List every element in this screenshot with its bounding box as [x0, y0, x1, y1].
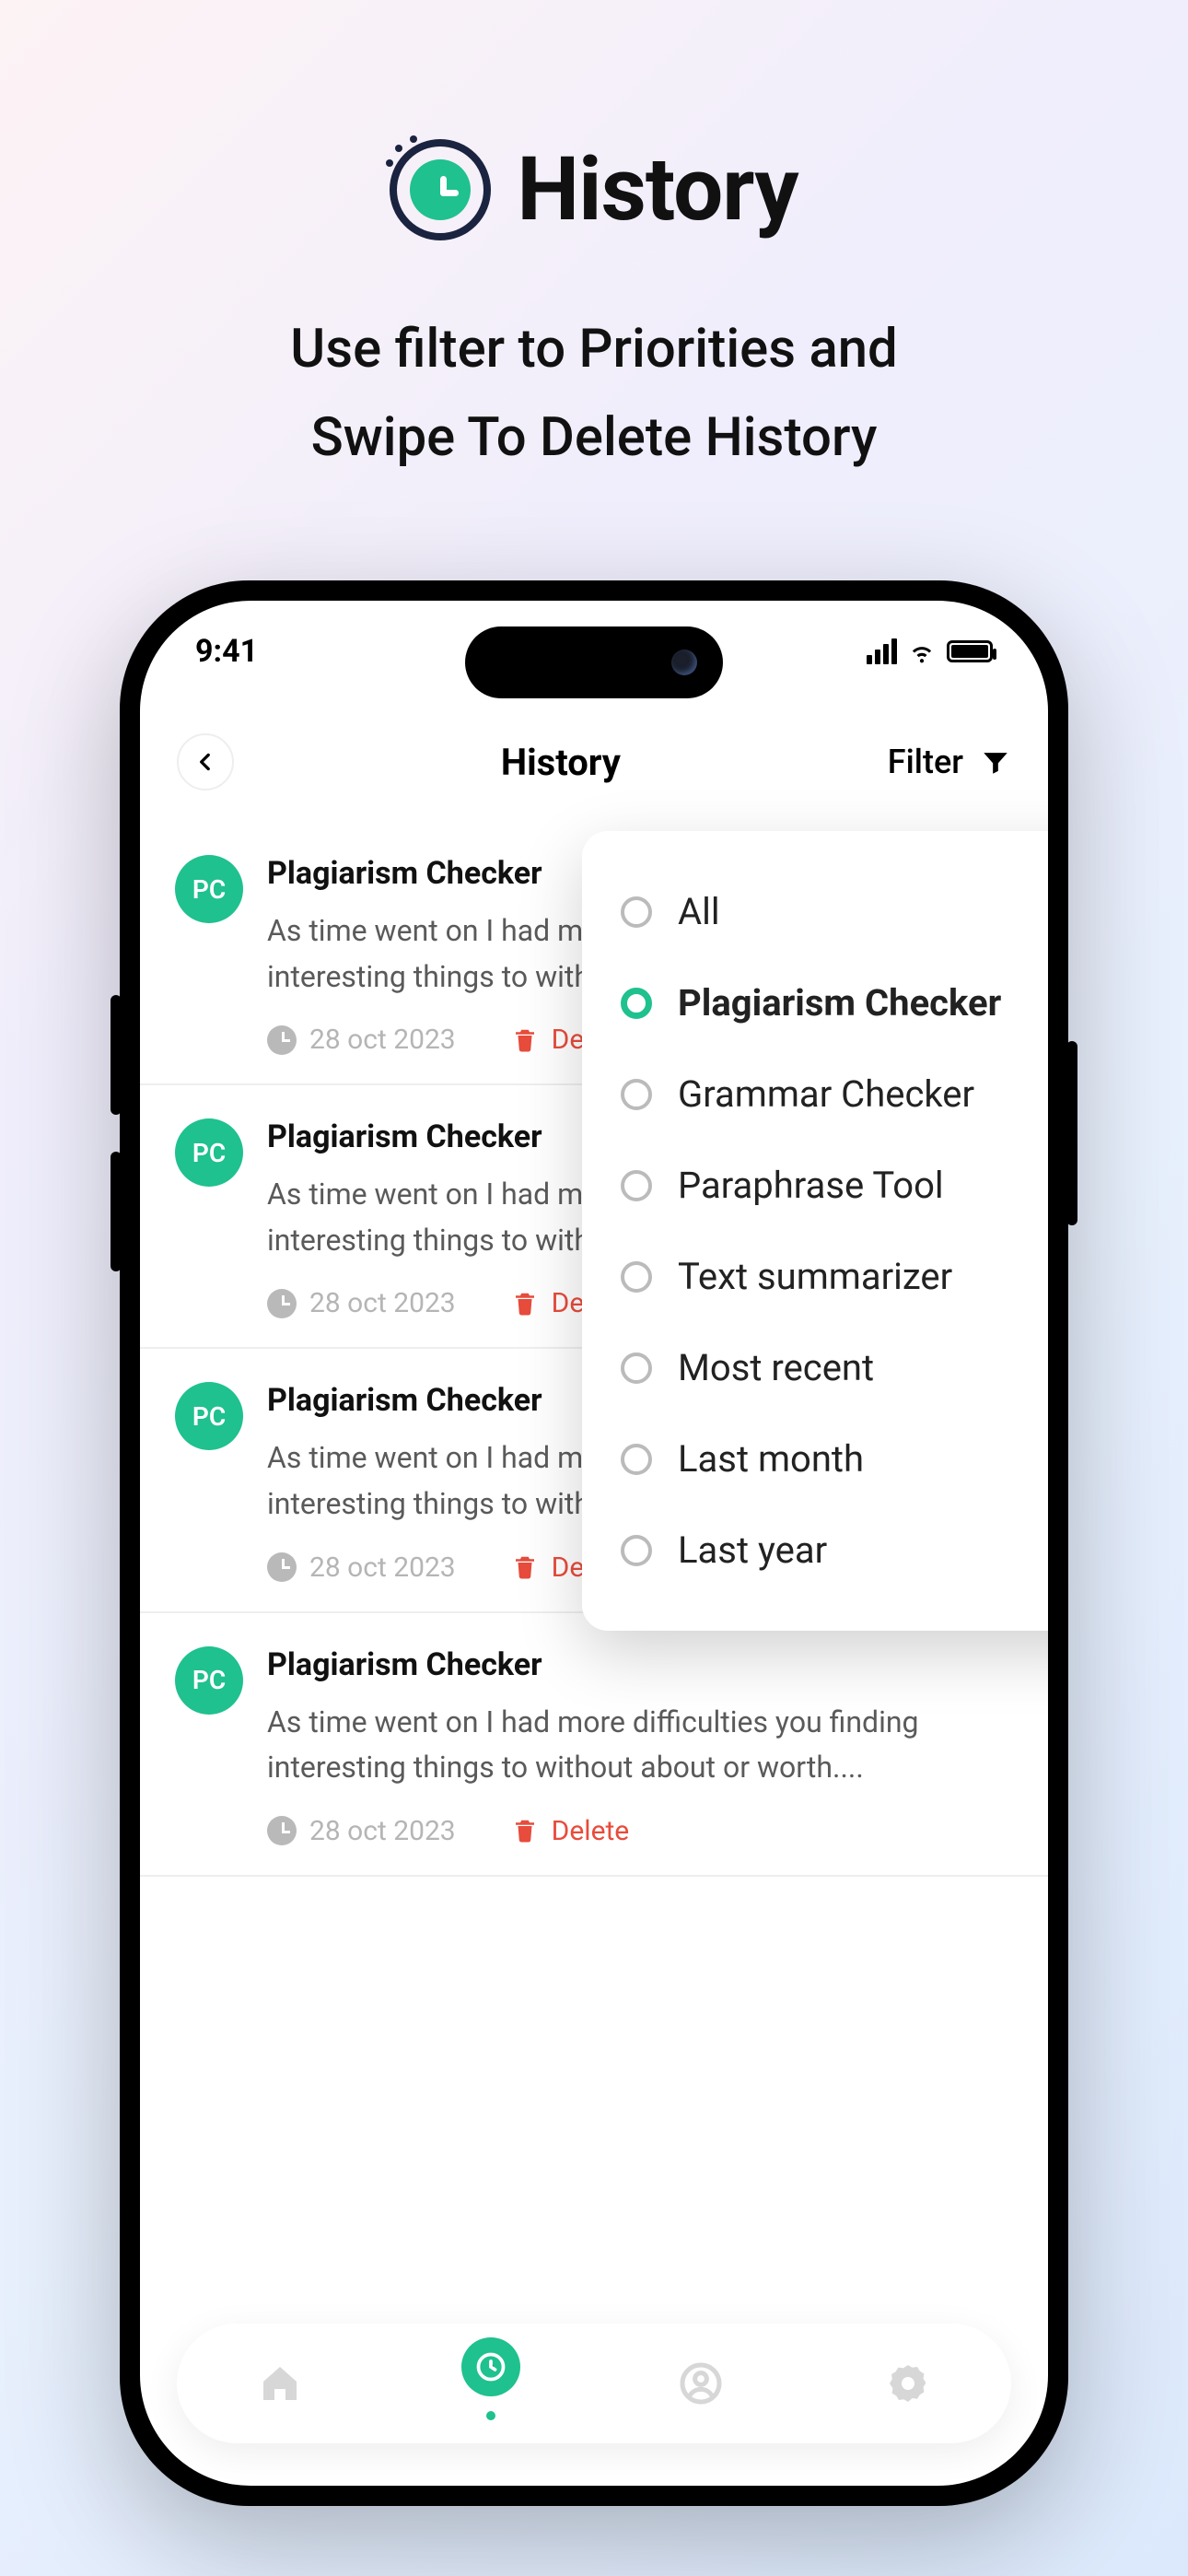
trash-icon: [511, 1553, 539, 1581]
page-title: History: [501, 741, 621, 784]
history-row[interactable]: PC Plagiarism Checker As time went on I ha…: [140, 1613, 1048, 1877]
marketing-header: History Use filter to Priorities and Swi…: [0, 138, 1188, 482]
trash-icon: [511, 1026, 539, 1054]
screen: 9:41 History Filter PCPlagia: [140, 601, 1048, 2486]
clock-icon: [267, 1816, 297, 1845]
radio-icon: [621, 1170, 652, 1201]
filter-option[interactable]: Last month: [621, 1413, 1048, 1505]
clock-icon: [267, 1289, 297, 1318]
row-avatar: PC: [175, 1118, 243, 1187]
radio-icon: [621, 1535, 652, 1566]
dynamic-island: [465, 626, 723, 698]
row-avatar: PC: [175, 1646, 243, 1715]
filter-option[interactable]: Most recent: [621, 1322, 1048, 1413]
filter-option-label: All: [678, 890, 720, 933]
trash-icon: [511, 1817, 539, 1844]
filter-icon: [980, 746, 1011, 778]
filter-option-label: Paraphrase Tool: [678, 1164, 944, 1207]
row-title: Plagiarism Checker: [267, 1646, 1013, 1683]
filter-option-label: Plagiarism Checker: [678, 981, 1001, 1025]
row-avatar: PC: [175, 1382, 243, 1450]
radio-icon: [621, 988, 652, 1019]
row-date: 28 oct 2023: [267, 1815, 456, 1847]
cellular-icon: [867, 638, 897, 664]
clock-icon: [267, 1552, 297, 1582]
radio-icon: [621, 896, 652, 928]
filter-option-label: Most recent: [678, 1346, 874, 1389]
filter-button[interactable]: Filter: [888, 743, 1011, 781]
filter-option[interactable]: Grammar Checker: [621, 1048, 1048, 1140]
row-date: 28 oct 2023: [267, 1287, 456, 1319]
app-bar: History Filter: [140, 720, 1048, 803]
filter-option[interactable]: All: [621, 866, 1048, 957]
row-avatar: PC: [175, 855, 243, 923]
status-time: 9:41: [195, 633, 258, 670]
filter-option-label: Last year: [678, 1528, 827, 1572]
marketing-subtitle: Use filter to Priorities and Swipe To De…: [0, 306, 1188, 482]
delete-button[interactable]: Delete: [511, 1815, 630, 1847]
nav-profile[interactable]: [675, 2358, 727, 2409]
filter-option-label: Grammar Checker: [678, 1072, 974, 1116]
radio-icon: [621, 1261, 652, 1293]
history-icon: [390, 139, 491, 240]
filter-option[interactable]: Plagiarism Checker: [621, 957, 1048, 1048]
filter-option[interactable]: Last year: [621, 1505, 1048, 1596]
radio-icon: [621, 1352, 652, 1384]
filter-option-label: Last month: [678, 1437, 864, 1481]
nav-history[interactable]: [461, 2337, 520, 2396]
trash-icon: [511, 1290, 539, 1317]
battery-icon: [947, 640, 993, 662]
phone-frame: 9:41 History Filter PCPlagia: [120, 580, 1068, 2506]
row-text: As time went on I had more difficulties …: [267, 1700, 1013, 1791]
marketing-title: History: [517, 138, 798, 241]
clock-icon: [267, 1025, 297, 1055]
bottom-nav: [177, 2324, 1011, 2443]
radio-icon: [621, 1079, 652, 1110]
row-date: 28 oct 2023: [267, 1551, 456, 1584]
filter-dropdown[interactable]: All Plagiarism Checker Grammar Checker Para…: [582, 831, 1048, 1631]
nav-home[interactable]: [254, 2358, 306, 2409]
filter-option[interactable]: Paraphrase Tool: [621, 1140, 1048, 1231]
nav-settings[interactable]: [882, 2358, 934, 2409]
filter-option[interactable]: Text summarizer: [621, 1231, 1048, 1322]
wifi-icon: [908, 638, 936, 665]
radio-icon: [621, 1444, 652, 1475]
filter-option-label: Text summarizer: [678, 1255, 952, 1298]
row-date: 28 oct 2023: [267, 1024, 456, 1056]
filter-label: Filter: [888, 743, 963, 781]
back-button[interactable]: [177, 733, 234, 790]
